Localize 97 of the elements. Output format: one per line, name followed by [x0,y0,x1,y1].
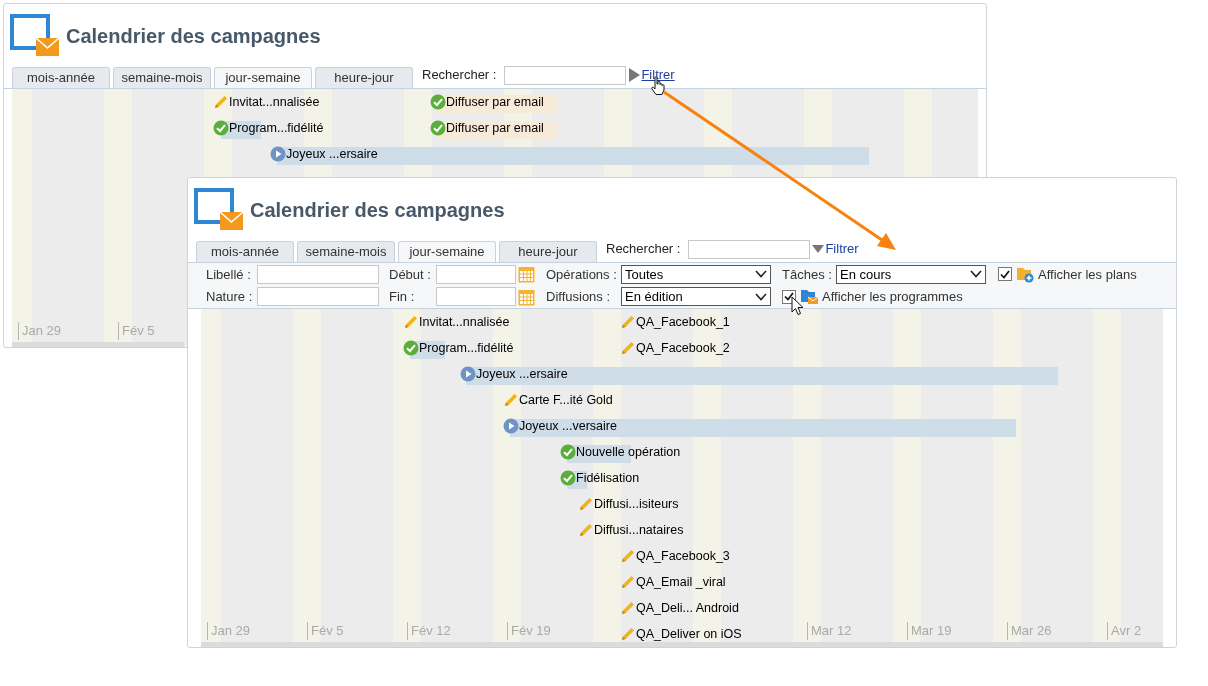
entry-label[interactable]: Nouvelle opération [576,444,681,460]
field-label: Début : [389,265,432,284]
check-circle-icon [430,94,446,110]
view-tab[interactable]: mois-année [196,241,294,262]
pencil-icon [403,314,419,330]
text-field[interactable] [257,287,379,307]
field-label: Libellé : [206,265,252,284]
pencil-icon [620,600,636,616]
chevron-down-icon [755,292,767,301]
field-label: Diffusions : [546,288,612,306]
check-circle-icon [560,444,576,460]
entry-label[interactable]: Joyeux ...ersaire [476,366,568,382]
axis-date-label: Fév 19 [507,622,551,640]
text-field[interactable] [257,264,379,284]
checkmark-icon [784,292,794,302]
pencil-icon [620,626,636,642]
pencil-icon [620,574,636,590]
entry-label[interactable]: Carte F...ité Gold [519,392,613,408]
axis-date-label: Mar 12 [807,622,852,640]
calendar-icon[interactable] [518,265,535,284]
axis-date-label: Mar 19 [907,622,952,640]
entry-label[interactable]: Program...fidélité [419,340,514,356]
play-circle-icon [270,146,286,162]
pencil-icon [620,340,636,356]
entry-label[interactable]: QA_Facebook_3 [636,548,730,564]
entry-label[interactable]: Diffusi...nataires [594,522,684,538]
triangle-right-icon[interactable] [628,68,641,82]
folder-plus-icon [1016,265,1034,283]
view-tab[interactable]: semaine-mois [113,67,211,88]
filter-link[interactable]: Filtrer [825,239,859,259]
view-tab[interactable]: heure-jour [315,67,413,88]
play-circle-icon [503,418,519,434]
axis-date-label: Fév 12 [407,622,451,640]
view-tab[interactable]: mois-année [12,67,110,88]
entry-label[interactable]: Diffuser par email [446,120,544,136]
entry-label[interactable]: QA_Deli... Android [636,600,739,616]
entry-label[interactable]: QA_Deliver on iOS [636,626,742,642]
entry-label[interactable]: Diffuser par email [446,94,544,110]
pencil-icon [578,522,594,538]
view-tab[interactable]: heure-jour [499,241,597,262]
checkbox[interactable] [998,267,1012,282]
calendar-envelope-logo [10,14,60,58]
calendar-icon[interactable] [518,287,535,306]
calendar-envelope-logo [194,188,244,232]
dropdown[interactable]: En édition [621,287,771,307]
search-label: Rechercher : [422,66,497,85]
checkbox[interactable] [782,289,796,304]
entry-label[interactable]: Invitat...nnalisée [229,94,320,110]
search-label: Rechercher : [606,240,681,259]
entry-label[interactable]: Diffusi...isiteurs [594,496,679,512]
view-tab[interactable]: jour-semaine [214,67,312,88]
entry-label[interactable]: Invitat...nnalisée [419,314,510,330]
axis-date-label: Jan 29 [207,622,251,640]
view-tab[interactable]: jour-semaine [398,241,496,262]
chevron-down-icon [970,270,982,279]
entry-label[interactable]: QA_Facebook_1 [636,314,730,330]
chevron-down-icon [755,270,767,279]
check-circle-icon [403,340,419,356]
view-tab[interactable]: semaine-mois [297,241,395,262]
check-circle-icon [213,120,229,136]
checkbox-label: Afficher les programmes [822,288,963,306]
entry-label[interactable]: Joyeux ...ersaire [286,146,378,162]
pencil-icon [620,548,636,564]
entry-label[interactable]: Program...fidélité [229,120,324,136]
checkmark-icon [1000,269,1010,279]
dropdown[interactable]: En cours [836,264,986,284]
pencil-icon [503,392,519,408]
axis-date-label: Avr 2 [1107,622,1142,640]
search-field[interactable] [688,239,811,259]
entry-label[interactable]: Fidélisation [576,470,640,486]
pencil-icon [620,314,636,330]
play-circle-icon [460,366,476,382]
date-field[interactable] [436,287,516,307]
entry-label[interactable]: Joyeux ...versaire [519,418,617,434]
dropdown[interactable]: Toutes [621,264,771,284]
axis-date-label: Mar 26 [1007,622,1052,640]
field-label: Fin : [389,288,416,306]
checkbox-label: Afficher les plans [1038,265,1137,284]
window-title: Calendrier des campagnes [66,24,321,49]
scrollbar[interactable] [201,642,1163,647]
entry-label[interactable]: QA_Email _viral [636,574,726,590]
pencil-icon [578,496,594,512]
window-title: Calendrier des campagnes [250,198,505,223]
pencil-icon [213,94,229,110]
entry-label[interactable]: QA_Facebook_2 [636,340,730,356]
axis-date-label: Jan 29 [18,322,62,340]
search-field[interactable] [504,65,627,85]
check-circle-icon [430,120,446,136]
axis-date-label: Fév 5 [307,622,344,640]
axis-date-label: Fév 5 [118,322,155,340]
field-label: Nature : [206,288,254,306]
date-field[interactable] [436,264,516,284]
check-circle-icon [560,470,576,486]
folder-envelope-icon [800,288,818,306]
field-label: Tâches : [782,265,833,284]
field-label: Opérations : [546,265,618,284]
scrollbar[interactable] [12,342,184,347]
